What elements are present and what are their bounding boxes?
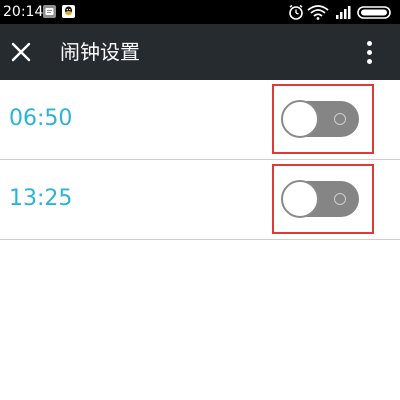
alarm-time: 13:25	[9, 186, 73, 211]
alarm-item[interactable]: 06:50	[0, 80, 400, 160]
close-icon[interactable]	[9, 40, 33, 64]
battery-icon	[357, 6, 391, 19]
signal-icon	[336, 6, 351, 19]
message-icon	[43, 5, 56, 18]
qq-icon	[62, 5, 75, 18]
more-vert-icon[interactable]	[360, 38, 380, 66]
app-bar: 闹钟设置	[0, 24, 400, 80]
status-bar: 20:14	[0, 0, 400, 24]
page-title: 闹钟设置	[60, 40, 140, 64]
toggle-knob	[281, 100, 319, 138]
status-time: 20:14	[3, 4, 44, 20]
alarm-item[interactable]: 13:25	[0, 160, 400, 240]
alarm-toggle[interactable]	[281, 100, 359, 138]
off-indicator-icon	[334, 193, 346, 205]
status-icons	[289, 4, 391, 20]
off-indicator-icon	[334, 113, 346, 125]
alarm-time: 06:50	[9, 106, 73, 131]
alarm-toggle[interactable]	[281, 180, 359, 218]
wifi-icon	[307, 5, 329, 20]
toggle-knob	[281, 180, 319, 218]
alarm-clock-icon	[289, 4, 303, 20]
